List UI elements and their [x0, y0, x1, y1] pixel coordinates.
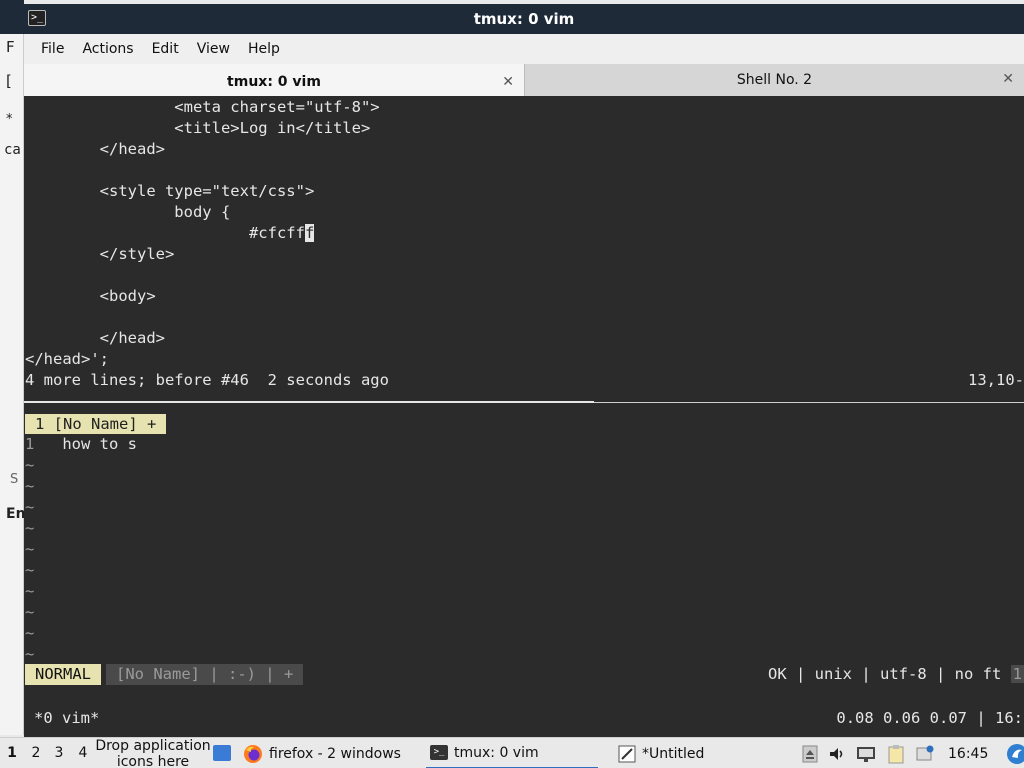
background-text: [: [6, 72, 12, 90]
tilde-line: ~: [25, 519, 35, 537]
tilde-line: ~: [25, 582, 35, 600]
network-icon[interactable]: [856, 745, 876, 763]
tab-tmux[interactable]: tmux: 0 vim ✕: [24, 64, 524, 96]
menu-help[interactable]: Help: [239, 41, 289, 57]
tab-label: tmux: 0 vim: [227, 73, 321, 90]
vim-message: 4 more lines; before #46 2 seconds ago: [25, 371, 389, 389]
code-line: <title>Log in</title>: [25, 119, 371, 137]
text-cursor: f: [304, 224, 315, 242]
menu-actions[interactable]: Actions: [73, 41, 142, 57]
code-line: </head>: [25, 329, 165, 347]
background-window-titlebar: [0, 0, 24, 34]
terminal-area[interactable]: <meta charset="utf-8"> <title>Log in</ti…: [24, 96, 1024, 737]
tilde-line: ~: [25, 603, 35, 621]
terminal-icon[interactable]: >_: [28, 10, 46, 26]
background-text: S: [10, 472, 19, 487]
pane-divider-active: [24, 401, 594, 403]
tilde-line: ~: [25, 456, 35, 474]
menu-bar: File Actions Edit View Help: [24, 34, 1024, 64]
tmux-statusbar: *0 vim* 0.08 0.06 0.07 | 16:: [24, 700, 1023, 736]
mode-indicator: NORMAL: [25, 664, 101, 685]
clock[interactable]: 16:45: [948, 746, 988, 762]
desktop: F [ * ca S En >_ tmux: 0 vim File Action…: [0, 0, 1024, 768]
terminal-window: >_ tmux: 0 vim File Actions Edit View He…: [24, 4, 1024, 737]
text-editor-icon: [618, 745, 636, 762]
taskbar: 1 2 3 4 Drop application icons here fire…: [0, 737, 1024, 768]
tmux-window-list[interactable]: *0 vim*: [34, 700, 99, 736]
file-status: OK | unix | utf-8 | no ft 1: [768, 664, 1024, 685]
task-label: *Untitled: [642, 745, 705, 762]
firefox-icon: [244, 744, 262, 763]
vim-statusline: NORMAL [No Name] | :-) | + OK | unix | u…: [25, 664, 1024, 685]
buffer-tab[interactable]: 1 [No Name] +: [25, 414, 167, 434]
task-firefox[interactable]: firefox - 2 windows: [243, 738, 401, 768]
tilde-line: ~: [25, 540, 35, 558]
tmux-load-clock: 0.08 0.06 0.07 | 16:: [836, 709, 1023, 727]
workspace-2[interactable]: 2: [25, 738, 47, 768]
background-text: F: [6, 38, 15, 56]
buffer-info: [No Name] | :-) | +: [106, 664, 304, 685]
tilde-line: ~: [25, 624, 35, 642]
code-line: </head>: [25, 140, 165, 158]
tab-label: Shell No. 2: [736, 72, 813, 88]
tilde-line: ~: [25, 477, 35, 495]
tab-shell-2[interactable]: Shell No. 2 ✕: [524, 64, 1024, 96]
task-label: firefox - 2 windows: [269, 745, 401, 762]
task-tmux[interactable]: >_ tmux: 0 vim: [426, 738, 598, 768]
background-text: ca: [4, 142, 21, 158]
task-label: tmux: 0 vim: [454, 744, 539, 761]
menu-view[interactable]: View: [188, 41, 239, 57]
tilde-line: ~: [25, 498, 35, 516]
show-desktop-icon[interactable]: [213, 745, 231, 761]
eject-icon[interactable]: [802, 745, 818, 763]
workspace-4[interactable]: 4: [72, 738, 94, 768]
cursor-position: 13,10-: [968, 371, 1024, 389]
workspace-1[interactable]: 1: [1, 738, 23, 768]
code-line: 1 how to s: [25, 434, 137, 455]
code-line: </head>';: [25, 350, 109, 368]
terminal-icon: >_: [430, 745, 448, 760]
workspace-3[interactable]: 3: [48, 738, 70, 768]
menu-edit[interactable]: Edit: [143, 41, 188, 57]
code-line: </style>: [25, 245, 175, 263]
close-icon[interactable]: ✕: [502, 74, 514, 90]
line-number: 1: [25, 435, 35, 453]
volume-icon[interactable]: [828, 745, 846, 763]
code-line: <meta charset="utf-8">: [25, 98, 380, 116]
start-menu-icon[interactable]: [1006, 743, 1024, 765]
code-line: #cfcfff: [25, 223, 315, 244]
window-title: tmux: 0 vim: [473, 10, 575, 28]
tilde-line: ~: [25, 561, 35, 579]
clipboard-icon[interactable]: [886, 744, 906, 764]
background-text: En: [6, 506, 26, 522]
code-line: <body>: [25, 287, 156, 305]
tab-bar: tmux: 0 vim ✕ Shell No. 2 ✕: [24, 64, 1024, 96]
window-titlebar[interactable]: >_ tmux: 0 vim: [24, 4, 1024, 34]
code-line: body {: [25, 203, 231, 221]
file-status-text: OK | unix | utf-8 | no ft: [768, 665, 1011, 683]
menu-file[interactable]: File: [32, 41, 73, 57]
background-text: *: [6, 112, 13, 127]
quicklaunch-drop-area[interactable]: Drop application icons here: [94, 738, 212, 768]
file-status-end: 1: [1010, 665, 1024, 683]
background-window[interactable]: F [ * ca S En: [0, 0, 26, 735]
system-tray: 16:45: [802, 738, 1024, 768]
code-text: #cfcff: [25, 224, 305, 242]
code-text: how to s: [62, 435, 137, 453]
code-line: <style type="text/css">: [25, 182, 315, 200]
close-icon[interactable]: ✕: [1002, 71, 1014, 87]
task-editor[interactable]: *Untitled: [618, 738, 704, 768]
notification-icon[interactable]: [916, 745, 934, 763]
tilde-line: ~: [25, 645, 35, 663]
